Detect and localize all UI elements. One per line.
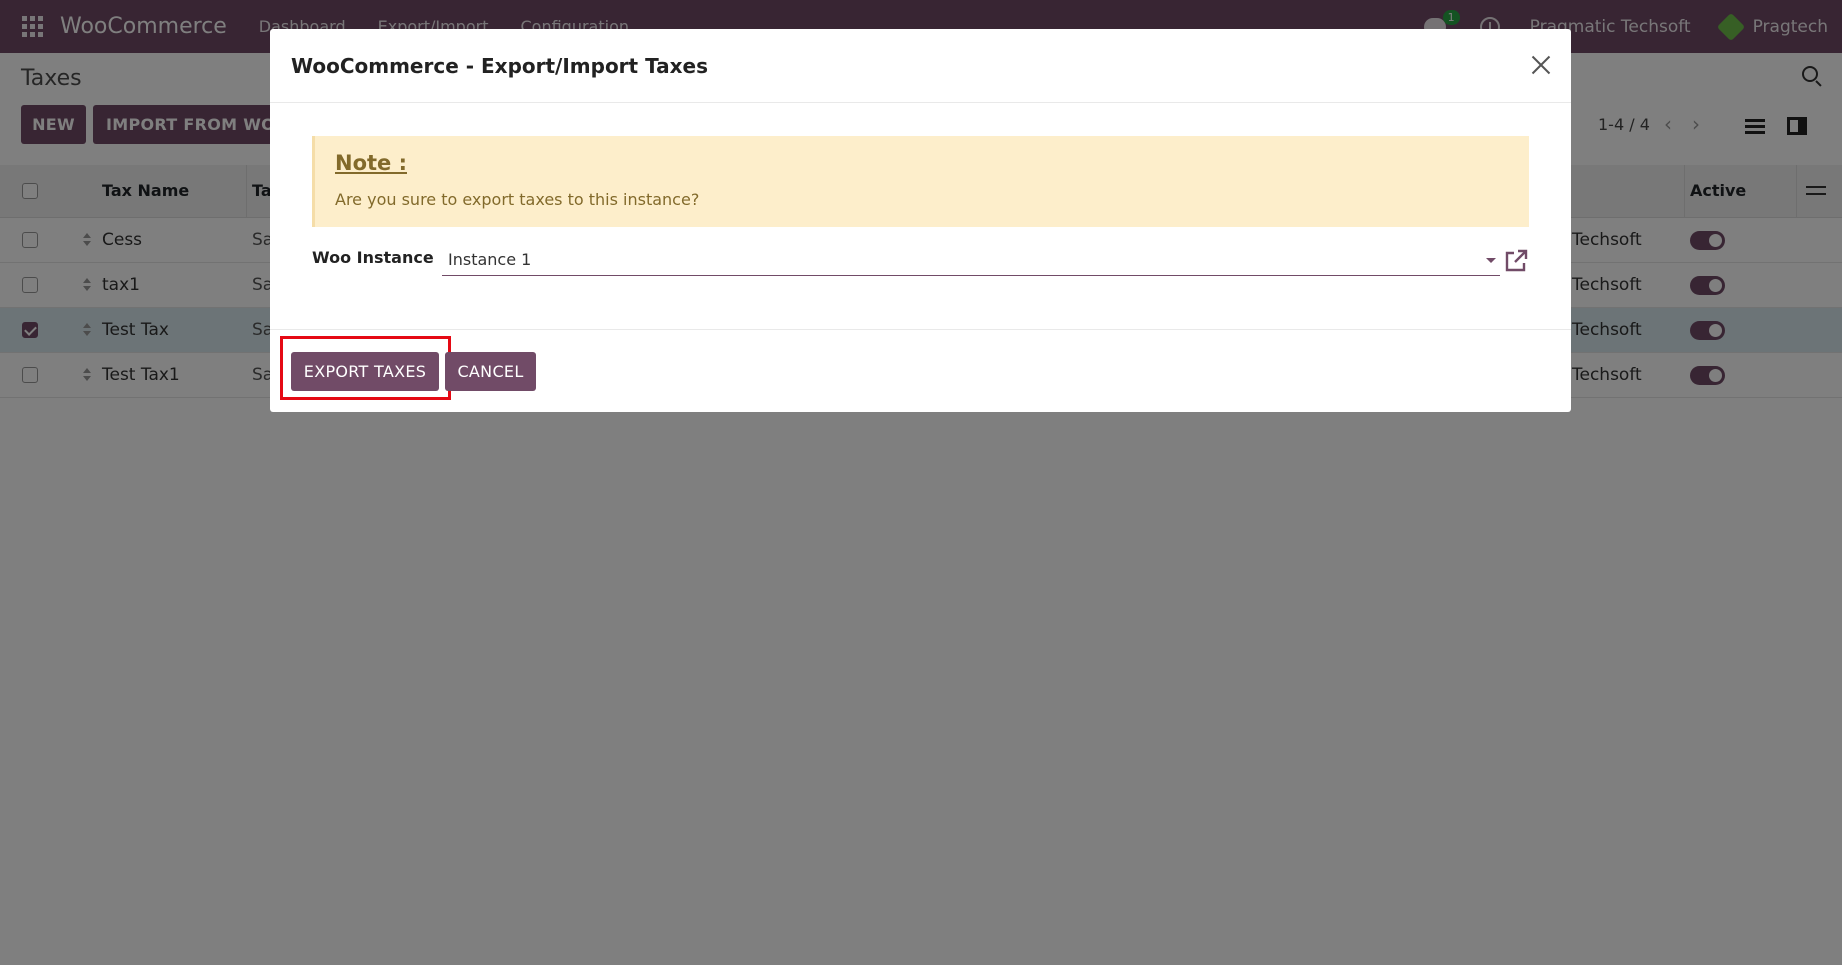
note-text: Are you sure to export taxes to this ins…: [335, 190, 700, 209]
note-alert: Note : Are you sure to export taxes to t…: [312, 136, 1529, 227]
note-title: Note :: [335, 151, 407, 175]
cancel-button[interactable]: CANCEL: [445, 352, 536, 391]
external-link-icon[interactable]: [1503, 248, 1529, 274]
export-import-taxes-dialog: WooCommerce - Export/Import Taxes Note :…: [270, 29, 1571, 412]
modal-header: WooCommerce - Export/Import Taxes: [270, 29, 1571, 103]
woo-instance-value: Instance 1: [448, 250, 532, 269]
export-taxes-button[interactable]: EXPORT TAXES: [291, 352, 439, 391]
close-icon[interactable]: [1529, 53, 1553, 77]
woo-instance-select[interactable]: Instance 1: [442, 246, 1500, 276]
modal-footer: EXPORT TAXES CANCEL: [270, 329, 1571, 412]
modal-title: WooCommerce - Export/Import Taxes: [291, 54, 709, 78]
woo-instance-label: Woo Instance: [312, 248, 434, 267]
caret-down-icon[interactable]: [1486, 258, 1496, 263]
